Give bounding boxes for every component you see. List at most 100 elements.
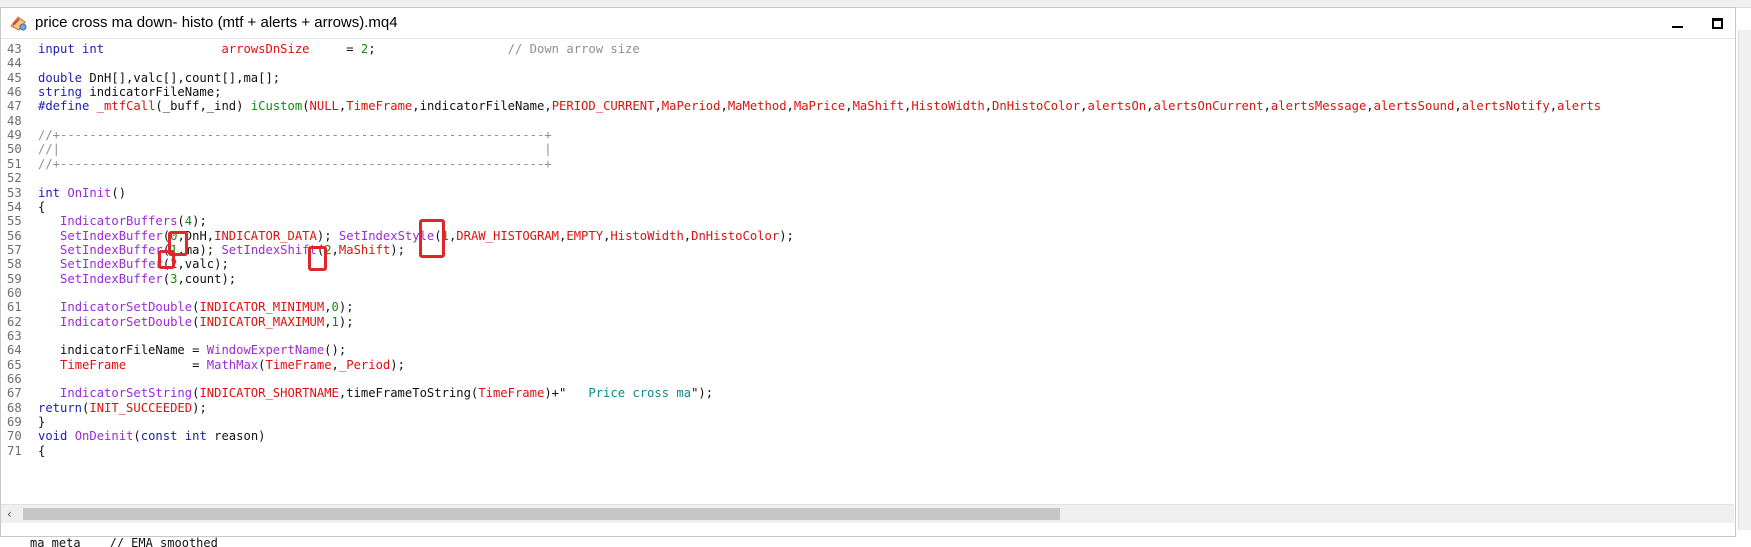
code-token: IndicatorSetDouble xyxy=(60,314,193,329)
code-editor[interactable]: 43 input int arrowsDnSize = 2; // Down ar… xyxy=(1,39,1734,504)
code-token: INDICATOR_MAXIMUM xyxy=(199,314,325,329)
code-token: ( xyxy=(177,214,185,229)
scroll-left-icon[interactable]: ‹ xyxy=(7,507,21,521)
code-token: ); xyxy=(390,357,405,372)
code-token: ,indicatorFileName, xyxy=(412,99,552,114)
underlying-editor-strip: ma_meta // EMA smoothed xyxy=(0,537,1751,547)
code-token: , xyxy=(324,314,332,329)
line-number: 71 xyxy=(7,443,22,458)
code-token: ); xyxy=(192,400,207,415)
code-token: INIT_SUCCEEDED xyxy=(89,400,193,415)
code-token: DRAW_HISTOGRAM xyxy=(456,228,560,243)
code-token: SetIndexBuffer xyxy=(60,242,163,257)
code-token: alertsOn xyxy=(1087,99,1147,114)
code-token: ,count); xyxy=(177,271,237,286)
mql-file-icon xyxy=(9,14,29,32)
code-token: reason) xyxy=(206,429,266,444)
highlight-box xyxy=(308,246,327,271)
horizontal-scrollbar[interactable]: ‹ xyxy=(1,504,1734,523)
code-token: (); xyxy=(324,343,347,358)
code-token: arrowsDnSize xyxy=(221,42,310,56)
code-token: , xyxy=(786,99,794,114)
code-token: HistoWidth xyxy=(911,99,985,114)
code-token: int xyxy=(38,185,61,200)
code-token: = xyxy=(126,357,207,372)
code-token: 0 xyxy=(331,300,339,315)
code-token: ,valc); xyxy=(177,257,229,272)
code-token: , xyxy=(720,99,728,114)
code-token: #define xyxy=(38,99,90,114)
title-bar[interactable]: price cross ma down- histo (mtf + alerts… xyxy=(1,8,1735,39)
code-text: int OnInit() xyxy=(38,185,126,201)
code-token: , xyxy=(1366,99,1374,114)
code-token: )+" xyxy=(544,386,589,401)
code-token: //| | xyxy=(38,142,552,157)
highlight-box xyxy=(419,219,445,258)
code-token: ); xyxy=(779,228,794,243)
minimize-button[interactable] xyxy=(1664,12,1690,34)
code-token: IndicatorSetDouble xyxy=(60,300,193,315)
vertical-scrollbar[interactable] xyxy=(1738,30,1751,530)
code-token: indicatorFileName = xyxy=(38,343,207,358)
code-token: MaShift xyxy=(338,242,391,257)
code-token: TimeFrame xyxy=(60,357,127,372)
code-token: SetIndexBuffer xyxy=(60,257,163,272)
code-token: return xyxy=(38,400,83,415)
code-token: TimeFrame xyxy=(346,99,413,114)
code-token: ( xyxy=(162,271,171,286)
code-token: alertsSound xyxy=(1373,99,1455,114)
code-token: , xyxy=(1454,99,1462,114)
code-token: , xyxy=(984,99,993,114)
code-text: IndicatorSetDouble(INDICATOR_MAXIMUM,1); xyxy=(38,314,354,330)
code-token: (_buff,_ind) xyxy=(155,99,251,114)
code-token: MaShift xyxy=(852,99,904,114)
code-token: DnH[],valc[],count[],ma[]; xyxy=(82,70,281,85)
window-title: price cross ma down- histo (mtf + alerts… xyxy=(35,14,398,31)
code-token: , xyxy=(324,300,332,315)
code-text: input int arrowsDnSize = 2; // Down arro… xyxy=(38,41,640,57)
code-token: alertsMessage xyxy=(1270,99,1367,114)
code-token: iCustom xyxy=(250,99,303,114)
code-token: string xyxy=(38,85,83,100)
code-token: , xyxy=(654,99,662,114)
code-token: 4 xyxy=(184,214,193,229)
code-text: return(INIT_SUCCEEDED); xyxy=(38,400,207,416)
code-token: ); xyxy=(192,214,207,229)
code-token: , xyxy=(845,99,853,114)
code-token: INDICATOR_DATA xyxy=(214,228,317,243)
code-token: OnInit xyxy=(67,185,112,200)
code-text: SetIndexBuffer(3,count); xyxy=(38,271,236,287)
highlight-box xyxy=(158,250,175,269)
code-token: HistoWidth xyxy=(610,228,684,243)
maximize-icon xyxy=(1711,17,1723,29)
code-token: ); xyxy=(390,242,405,257)
code-token: ); xyxy=(338,314,354,329)
code-token: // Down arrow size xyxy=(507,42,640,56)
code-token: TimeFrame xyxy=(265,357,332,372)
code-token: = xyxy=(309,42,361,56)
code-token: , xyxy=(1549,99,1558,114)
code-token: , xyxy=(1263,99,1271,114)
scrollbar-thumb[interactable] xyxy=(23,508,1060,520)
code-token: PERIOD_CURRENT xyxy=(551,99,655,114)
code-token: MaPrice xyxy=(793,99,846,114)
code-token: { xyxy=(38,199,46,214)
maximize-button[interactable] xyxy=(1704,12,1730,34)
code-token: TimeFrame xyxy=(478,386,545,401)
code-text: #define _mtfCall(_buff,_ind) iCustom(NUL… xyxy=(38,98,1601,114)
minimize-icon xyxy=(1671,26,1683,28)
code-token: ( xyxy=(302,99,310,114)
code-token: //+-------------------------------------… xyxy=(38,156,552,171)
code-token: , xyxy=(331,357,339,372)
partial-code-line: ma_meta // EMA smoothed xyxy=(30,537,218,547)
code-token: DnHistoColor xyxy=(691,228,780,243)
code-token: MaPeriod xyxy=(661,99,721,114)
